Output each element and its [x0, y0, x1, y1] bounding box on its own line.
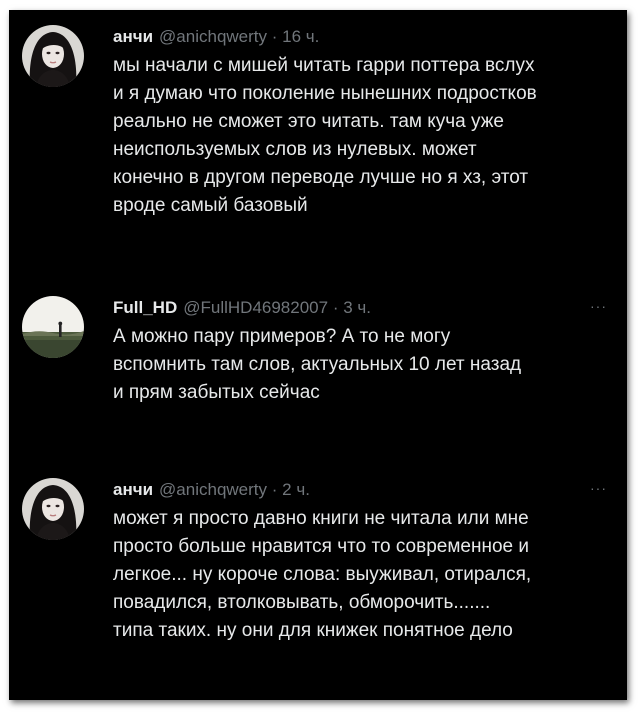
tweet-text: А можно пару примеров? А то не могу вспо… [113, 323, 613, 407]
text-line: просто больше нравится что то современно… [113, 536, 529, 557]
more-options-icon[interactable]: ··· [590, 478, 607, 498]
avatar-landscape-icon [22, 296, 84, 358]
display-name[interactable]: анчи [113, 480, 153, 499]
tweet-text: может я просто давно книги не читала или… [113, 505, 613, 645]
text-line: и я думаю что поколение нынешних подрост… [113, 83, 537, 104]
text-line: мы начали с мишей читать гарри поттера в… [113, 55, 535, 76]
user-handle[interactable]: @anichqwerty [159, 480, 267, 499]
avatar-anichqwerty[interactable] [22, 25, 84, 87]
text-line: легкое... ну короче слова: выуживал, оти… [113, 564, 532, 585]
display-name[interactable]: Full_HD [113, 298, 177, 317]
text-line: вспомнить там слов, актуальных 10 лет на… [113, 354, 522, 375]
avatar-fullhd[interactable] [22, 296, 84, 358]
timestamp[interactable]: 16 ч. [282, 27, 319, 46]
text-line: и прям забытых сейчас [113, 382, 320, 403]
text-line: конечно в другом переводе лучше но я хз,… [113, 167, 529, 188]
text-line: повадился, втолковывать, обморочить.....… [113, 592, 491, 613]
separator-dot: · [332, 298, 339, 317]
text-line: А можно пару примеров? А то не могу [113, 326, 451, 347]
timestamp[interactable]: 3 ч. [343, 298, 371, 317]
tweet-text: мы начали с мишей читать гарри поттера в… [113, 52, 613, 220]
avatar-girl-icon [22, 478, 84, 540]
timestamp[interactable]: 2 ч. [282, 480, 310, 499]
more-options-icon[interactable]: ··· [590, 296, 607, 316]
avatar-anichqwerty[interactable] [22, 478, 84, 540]
avatar-girl-icon [22, 25, 84, 87]
display-name[interactable]: анчи [113, 27, 153, 46]
text-line: типа таких. ну они для книжек понятное д… [113, 620, 513, 641]
text-line: может я просто давно книги не читала или… [113, 508, 529, 529]
tweet-header: анчи @anichqwerty · 16 ч. [113, 25, 319, 49]
text-line: вроде самый базовый [113, 195, 308, 216]
tweet-header: Full_HD @FullHD46982007 · 3 ч. [113, 296, 371, 320]
tweet-header: анчи @anichqwerty · 2 ч. [113, 478, 310, 502]
text-line: неиспользуемых слов из нулевых. может [113, 139, 477, 160]
text-line: реально не сможет это читать. там куча у… [113, 111, 504, 132]
separator-dot: · [271, 27, 278, 46]
tweet-thread: анчи @anichqwerty · 16 ч. мы начали с миш… [9, 10, 627, 700]
separator-dot: · [271, 480, 278, 499]
user-handle[interactable]: @anichqwerty [159, 27, 267, 46]
user-handle[interactable]: @FullHD46982007 [183, 298, 328, 317]
